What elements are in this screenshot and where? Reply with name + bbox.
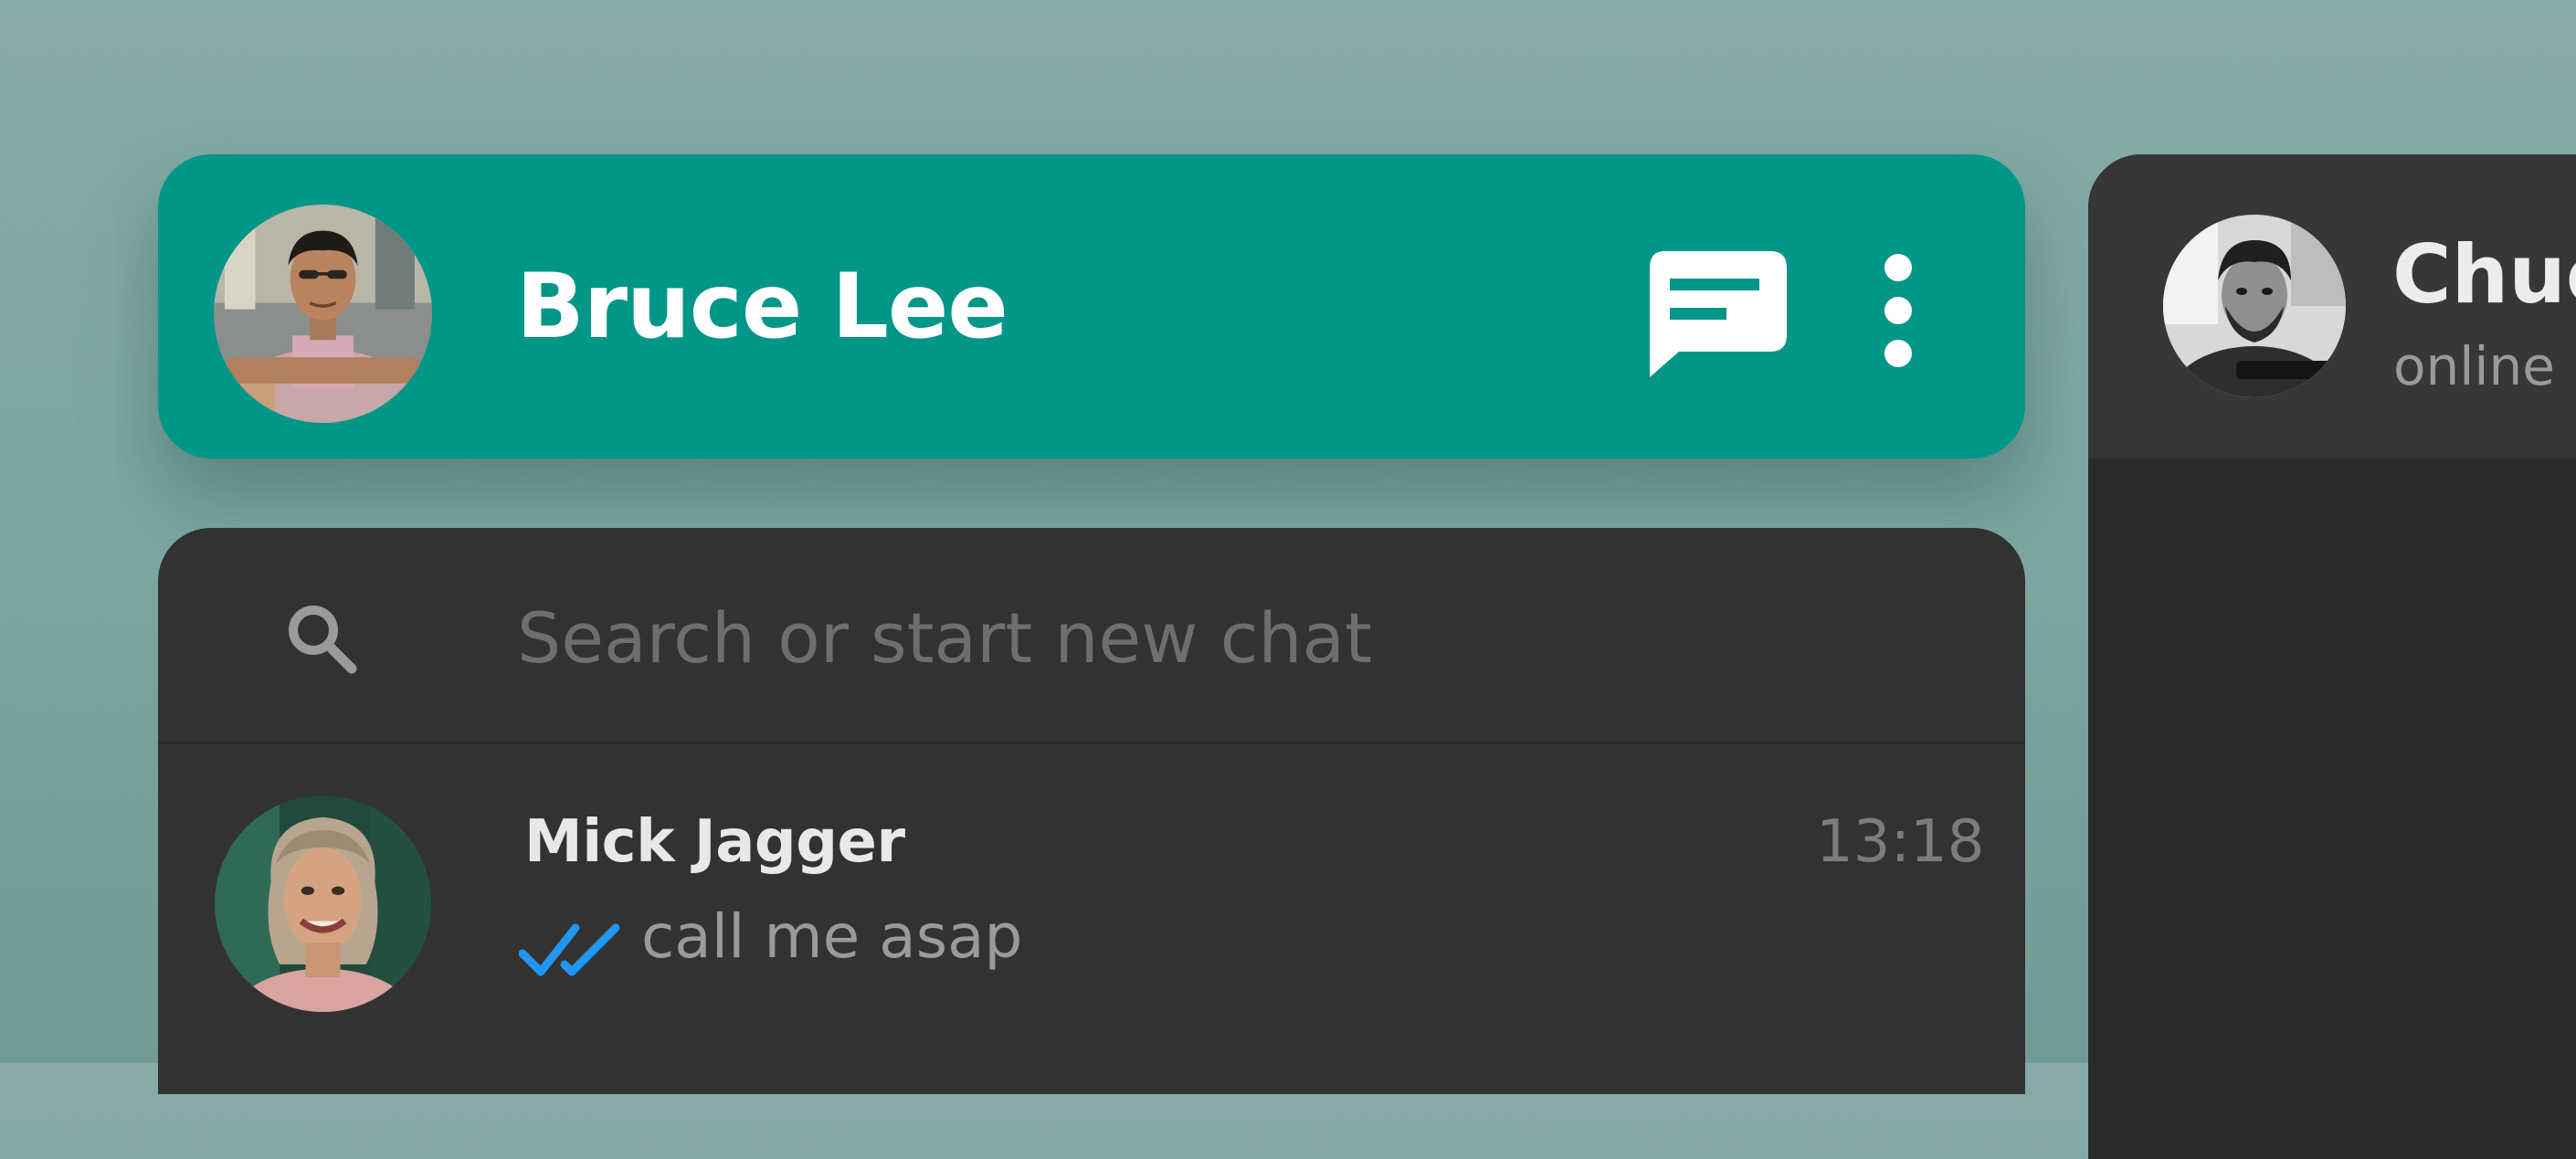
contact-avatar-image bbox=[2163, 215, 2346, 397]
contact-avatar[interactable] bbox=[2163, 215, 2346, 397]
chat-list-panel bbox=[158, 528, 2025, 1094]
more-vertical-icon[interactable] bbox=[1875, 251, 1921, 370]
contact-status: online bbox=[2393, 335, 2555, 397]
chat-last-message: call me asap bbox=[641, 901, 1023, 972]
chat-list-item[interactable] bbox=[158, 744, 2025, 1094]
profile-name: Bruce Lee bbox=[516, 255, 1008, 359]
search-icon bbox=[286, 603, 357, 674]
double-check-icon bbox=[518, 919, 628, 983]
chat-contact-name: Mick Jagger bbox=[524, 808, 905, 876]
conversation-panel: Chuc online bbox=[2088, 154, 2576, 1159]
new-chat-icon[interactable] bbox=[1648, 251, 1787, 377]
profile-avatar[interactable] bbox=[214, 205, 432, 423]
search-bar bbox=[158, 528, 2025, 744]
chat-avatar bbox=[215, 795, 431, 1012]
chat-avatar-image bbox=[215, 795, 431, 1012]
profile-header: Bruce Lee bbox=[158, 154, 2025, 458]
search-input[interactable] bbox=[517, 592, 1887, 683]
conversation-header[interactable]: Chuc online bbox=[2088, 154, 2576, 458]
chat-timestamp: 13:18 bbox=[1816, 808, 1985, 876]
contact-name: Chuc bbox=[2392, 227, 2576, 321]
profile-avatar-image bbox=[214, 205, 432, 423]
